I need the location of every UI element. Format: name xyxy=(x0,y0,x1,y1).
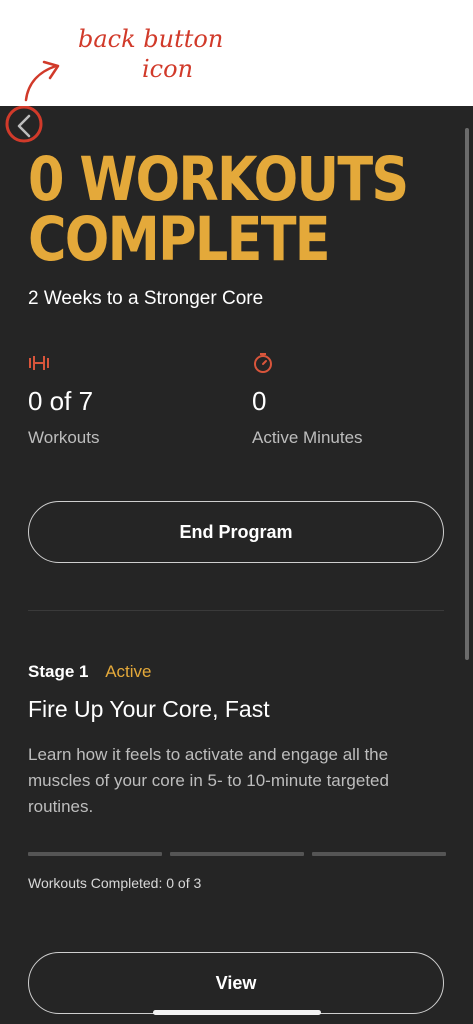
stage-title: Fire Up Your Core, Fast xyxy=(28,696,270,722)
headline-line-2: COMPLETE xyxy=(28,204,331,275)
workouts-value: 0 of 7 xyxy=(28,386,94,416)
annotation-line-2: icon xyxy=(142,55,194,83)
active-minutes-stat: 0 Active Minutes xyxy=(252,352,363,448)
stage-header: Stage 1 Active xyxy=(28,662,152,682)
active-minutes-value: 0 xyxy=(252,386,267,416)
workouts-completed-text: Workouts Completed: 0 of 3 xyxy=(28,875,202,891)
stage-progress-bar xyxy=(28,852,446,856)
progress-segment xyxy=(28,852,162,856)
progress-segment xyxy=(170,852,304,856)
stopwatch-icon xyxy=(252,352,363,374)
dumbbell-icon xyxy=(28,352,100,374)
headline-line-1: 0 WORKOUTS xyxy=(28,144,409,215)
completion-headline: 0 WORKOUTS COMPLETE xyxy=(28,144,409,275)
stage-status-badge: Active xyxy=(105,662,152,681)
annotation-line-1: back button xyxy=(78,25,224,53)
program-screen: 0 WORKOUTS COMPLETE 2 Weeks to a Stronge… xyxy=(0,106,473,1024)
annotation-area: back button icon xyxy=(0,0,473,106)
program-name: 2 Weeks to a Stronger Core xyxy=(28,288,264,309)
workouts-label: Workouts xyxy=(28,428,100,447)
scrollbar[interactable] xyxy=(465,128,469,660)
end-program-button[interactable]: End Program xyxy=(28,501,444,563)
active-minutes-label: Active Minutes xyxy=(252,428,363,447)
stage-description: Learn how it feels to activate and engag… xyxy=(28,745,389,816)
annotation-circle xyxy=(5,106,43,143)
home-indicator[interactable] xyxy=(153,1010,321,1015)
annotation-note: back button icon xyxy=(78,24,278,84)
view-button[interactable]: View xyxy=(28,952,444,1014)
progress-segment xyxy=(312,852,446,856)
section-divider xyxy=(28,610,444,611)
stage-number: Stage 1 xyxy=(28,662,89,681)
workouts-stat: 0 of 7 Workouts xyxy=(28,352,100,448)
